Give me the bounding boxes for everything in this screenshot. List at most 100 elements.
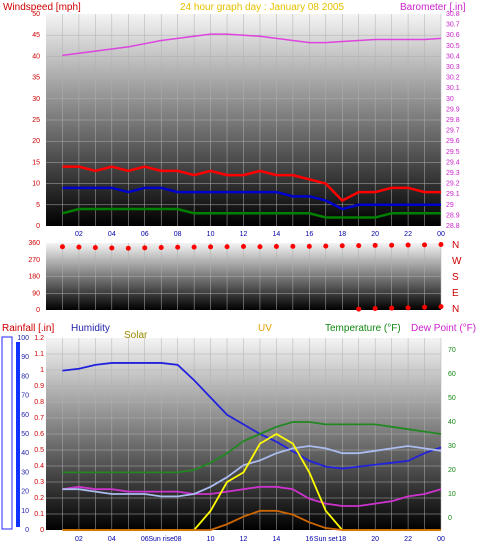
wind-direction-point: [356, 243, 362, 249]
wind-direction-point: [142, 245, 148, 251]
windspeed-tick: 45: [32, 32, 40, 39]
rainfall-label: Rainfall [.in]: [2, 323, 54, 334]
compass-letter: N: [452, 304, 459, 315]
rain-gauge: [1, 336, 13, 530]
windspeed-tick: 50: [32, 11, 40, 18]
rainfall-tick: 0.5: [34, 447, 44, 454]
uv-label: UV: [258, 323, 272, 334]
rainfall-tick: 0.7: [34, 415, 44, 422]
dew-point-label: Dew Point (°F): [411, 323, 476, 334]
barometer-tick: 28.9: [446, 212, 460, 219]
time-tick: 14: [273, 536, 281, 543]
time-tick: 08: [174, 231, 182, 238]
windspeed-tick: 20: [32, 138, 40, 145]
time-tick: 16: [305, 536, 313, 543]
humidity-tick: 20: [21, 489, 29, 496]
rainfall-tick: 0: [40, 527, 44, 534]
temperature-tick: 10: [448, 491, 456, 498]
barometer-tick: 30.3: [446, 64, 460, 71]
rainfall-tick: 0.9: [34, 383, 44, 390]
wind-direction-point: [125, 245, 131, 251]
time-tick: 18: [338, 536, 346, 543]
wind-direction-point: [405, 242, 411, 248]
windspeed-tick: 0: [36, 223, 40, 230]
time-tick: 04: [108, 536, 116, 543]
temperature-tick: 60: [448, 371, 456, 378]
direction-tick: 270: [28, 257, 40, 264]
wind-direction-point: [158, 244, 164, 250]
wind-direction-point: [372, 306, 378, 312]
time-tick: 18: [338, 231, 346, 238]
barometer-tick: 30.7: [446, 22, 460, 29]
humidity-tick: 30: [21, 469, 29, 476]
barometer-tick: 29.1: [446, 191, 460, 198]
temperature-tick: 20: [448, 467, 456, 474]
wind-direction-point: [59, 244, 65, 250]
wind-direction-point: [191, 244, 197, 250]
time-tick: 20: [371, 231, 379, 238]
humidity-tick: 80: [21, 373, 29, 380]
rainfall-tick: 1: [40, 367, 44, 374]
windspeed-tick: 15: [32, 159, 40, 166]
sunrise-label: Sun rise: [148, 536, 174, 543]
time-tick: 14: [273, 231, 281, 238]
compass-letter: W: [452, 256, 462, 267]
humidity-tick: 50: [21, 431, 29, 438]
temperature-tick: 40: [448, 419, 456, 426]
time-tick: 10: [207, 536, 215, 543]
direction-tick: 0: [36, 307, 40, 314]
compass-letter: E: [452, 288, 459, 299]
wind-direction-point: [175, 244, 181, 250]
barometer-tick: 30: [446, 96, 454, 103]
barometer-tick: 29: [446, 202, 454, 209]
humidity-tick: 40: [21, 450, 29, 457]
barometer-tick: 29.5: [446, 149, 460, 156]
barometer-tick: 29.3: [446, 170, 460, 177]
time-tick: 04: [108, 231, 116, 238]
solar-label: Solar: [124, 330, 148, 341]
wind-direction-point: [389, 305, 395, 311]
barometer-tick: 29.4: [446, 159, 460, 166]
time-tick: 02: [75, 231, 83, 238]
wind-direction-point: [372, 242, 378, 248]
time-tick: 02: [75, 536, 83, 543]
top-graph-title: 24 hour graph day : January 08 2005: [180, 2, 344, 13]
barometer-tick: 29.8: [446, 117, 460, 124]
windspeed-tick: 30: [32, 96, 40, 103]
time-tick: 22: [404, 231, 412, 238]
wind-direction-point: [76, 244, 82, 250]
barometer-tick: 30.1: [446, 85, 460, 92]
direction-tick: 90: [32, 290, 40, 297]
time-tick: 00: [437, 536, 445, 543]
humidity-tick: 60: [21, 412, 29, 419]
rainfall-tick: 1.1: [34, 351, 44, 358]
temperature-tick: 30: [448, 443, 456, 450]
barometer-tick: 30.6: [446, 32, 460, 39]
rain-gauge-bar: [16, 342, 20, 527]
wind-direction-point: [290, 243, 296, 249]
humidity-tick: 0: [25, 527, 29, 534]
direction-tick: 360: [28, 240, 40, 247]
wind-direction-point: [92, 245, 98, 251]
time-tick: 08: [174, 536, 182, 543]
barometer-tick: 29.6: [446, 138, 460, 145]
barometer-tick: 28.8: [446, 223, 460, 230]
barometer-tick: 30.4: [446, 53, 460, 60]
temperature-tick: 70: [448, 347, 456, 354]
wind-direction-point: [208, 244, 214, 250]
humidity-tick: 90: [21, 354, 29, 361]
rainfall-tick: 0.1: [34, 511, 44, 518]
weather-graph-page: Windspeed [mph] 24 hour graph day : Janu…: [0, 0, 486, 555]
sunset-label: Sun set: [314, 536, 338, 543]
wind-direction-point: [339, 243, 345, 249]
windspeed-label: Windspeed [mph]: [3, 2, 81, 13]
time-tick: 10: [207, 231, 215, 238]
direction-tick: 180: [28, 274, 40, 281]
temperature-tick: 50: [448, 395, 456, 402]
rainfall-tick: 0.2: [34, 495, 44, 502]
compass-letter: N: [452, 240, 459, 251]
windspeed-tick: 10: [32, 181, 40, 188]
humidity-tick: 10: [21, 508, 29, 515]
time-tick: 06: [141, 231, 149, 238]
wind-direction-point: [438, 304, 444, 310]
